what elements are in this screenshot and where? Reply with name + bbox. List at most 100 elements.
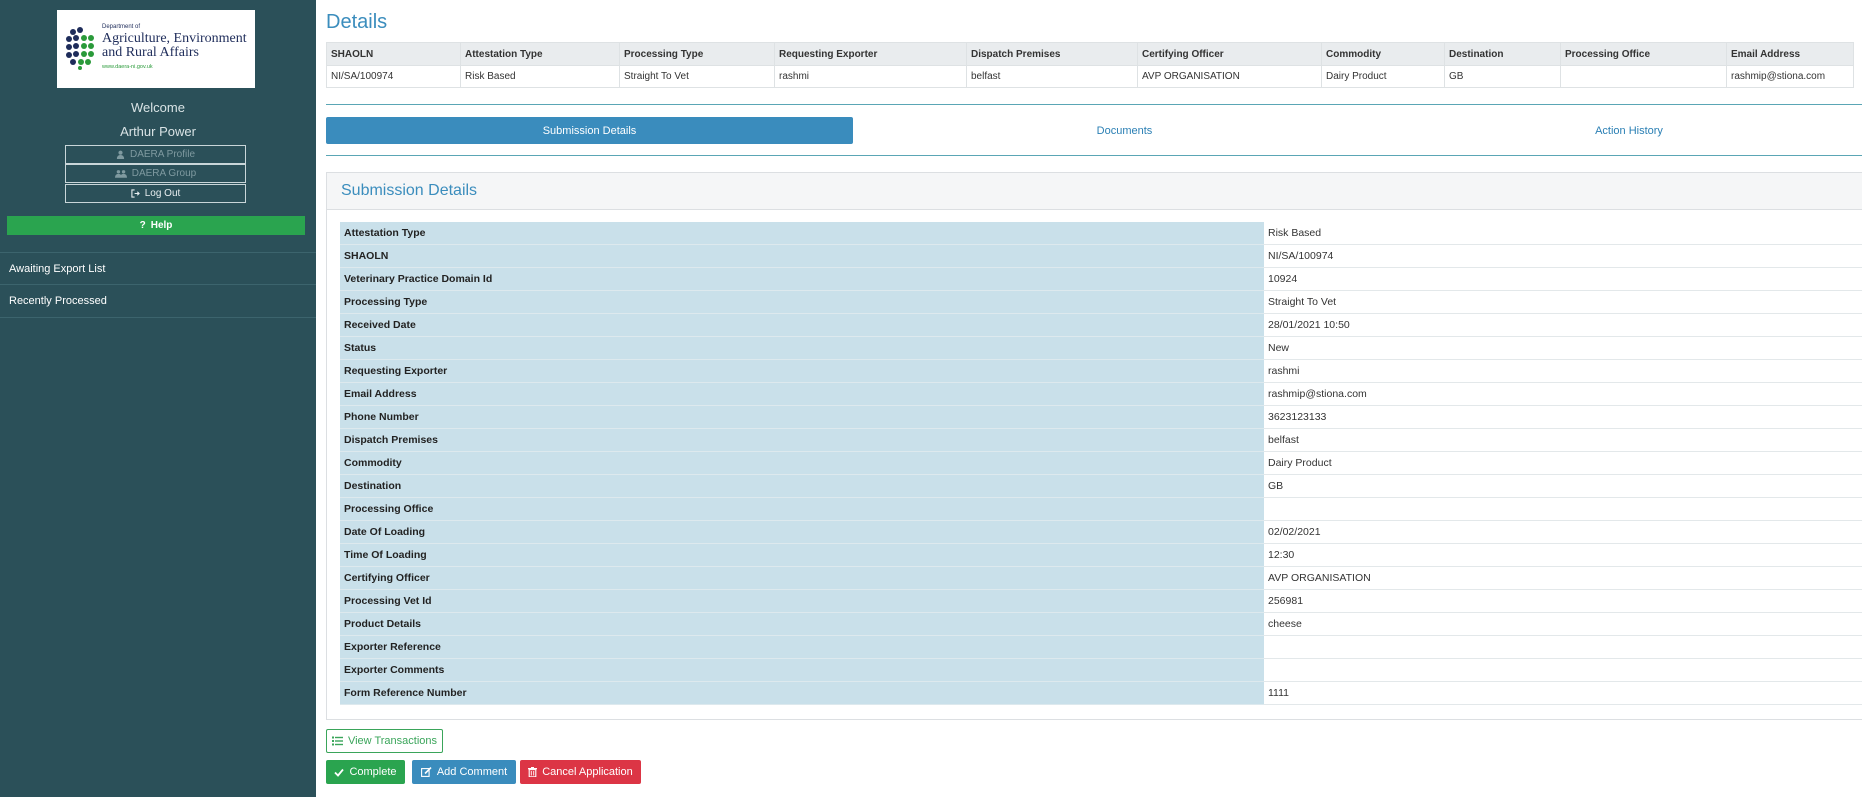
help-button[interactable]: ? Help (7, 216, 305, 235)
detail-label: Email Address (340, 382, 1264, 406)
detail-row: SHAOLN NI/SA/100974 (340, 244, 1862, 268)
col-certifying-officer: Certifying Officer (1137, 42, 1322, 66)
cell-email-address: rashmip@stiona.com (1726, 65, 1854, 88)
add-comment-label: Add Comment (436, 766, 508, 778)
detail-value: rashmi (1264, 359, 1862, 383)
welcome-text: Welcome (131, 100, 185, 115)
sidebar-divider (0, 284, 316, 285)
daera-group-button[interactable]: DAERA Group (65, 164, 246, 183)
cell-shaoln: NI/SA/100974 (326, 65, 461, 88)
detail-label: Dispatch Premises (340, 428, 1264, 452)
sidebar-divider (0, 252, 316, 253)
col-destination: Destination (1444, 42, 1561, 66)
detail-value: belfast (1264, 428, 1862, 452)
detail-value: AVP ORGANISATION (1264, 566, 1862, 590)
col-shaoln: SHAOLN (326, 42, 461, 66)
tab-documents[interactable]: Documents (861, 117, 1388, 144)
detail-value: 10924 (1264, 267, 1862, 291)
detail-label: Veterinary Practice Domain Id (340, 267, 1264, 291)
view-transactions-label: View Transactions (347, 735, 438, 747)
daera-logo[interactable]: Department of Agriculture, Environment a… (57, 10, 255, 88)
logo-line-2: and Rural Affairs (102, 45, 199, 60)
cell-certifying-officer: AVP ORGANISATION (1137, 65, 1322, 88)
detail-row: Product Details cheese (340, 612, 1862, 636)
col-requesting-exporter: Requesting Exporter (774, 42, 967, 66)
detail-row: Dispatch Premises belfast (340, 428, 1862, 452)
detail-label: Requesting Exporter (340, 359, 1264, 383)
cell-requesting-exporter: rashmi (774, 65, 967, 88)
col-processing-office: Processing Office (1560, 42, 1727, 66)
detail-value: rashmip@stiona.com (1264, 382, 1862, 406)
logo-url: www.daera-ni.gov.uk (102, 64, 153, 70)
detail-label: Exporter Reference (340, 635, 1264, 659)
detail-label: Processing Office (340, 497, 1264, 521)
detail-label: Time Of Loading (340, 543, 1264, 567)
detail-value: GB (1264, 474, 1862, 498)
cancel-application-label: Cancel Application (542, 766, 633, 778)
summary-table: SHAOLN Attestation Type Processing Type … (326, 42, 1854, 88)
detail-value (1264, 635, 1862, 659)
col-attestation-type: Attestation Type (460, 42, 620, 66)
logo-dots-icon (66, 27, 94, 70)
detail-value (1264, 658, 1862, 682)
daera-profile-button[interactable]: DAERA Profile (65, 145, 246, 164)
add-comment-button[interactable]: Add Comment (412, 760, 516, 784)
detail-label: Processing Vet Id (340, 589, 1264, 613)
detail-value: cheese (1264, 612, 1862, 636)
detail-value: NI/SA/100974 (1264, 244, 1862, 268)
cell-destination: GB (1444, 65, 1561, 88)
daera-profile-label: DAERA Profile (129, 149, 196, 160)
detail-label: Product Details (340, 612, 1264, 636)
details-table: Attestation Type Risk Based SHAOLN NI/SA/10… (340, 222, 1862, 705)
tab-submission-details[interactable]: Submission Details (326, 117, 853, 144)
detail-label: Certifying Officer (340, 566, 1264, 590)
col-commodity: Commodity (1321, 42, 1445, 66)
complete-button[interactable]: Complete (326, 760, 405, 784)
cell-attestation-type: Risk Based (460, 65, 620, 88)
nav-awaiting-export-list[interactable]: Awaiting Export List (9, 263, 105, 275)
detail-label: Received Date (340, 313, 1264, 337)
detail-row: Email Address rashmip@stiona.com (340, 382, 1862, 406)
detail-value (1264, 497, 1862, 521)
log-out-label: Log Out (144, 188, 181, 199)
complete-label: Complete (349, 766, 397, 778)
tab-action-history[interactable]: Action History (1396, 117, 1862, 144)
detail-row: Processing Vet Id 256981 (340, 589, 1862, 613)
detail-value: Dairy Product (1264, 451, 1862, 475)
detail-row: Commodity Dairy Product (340, 451, 1862, 475)
detail-label: Processing Type (340, 290, 1264, 314)
detail-row: Processing Office (340, 497, 1862, 521)
check-icon (334, 768, 345, 777)
detail-value: New (1264, 336, 1862, 360)
panel-title: Submission Details (327, 173, 1862, 210)
cell-commodity: Dairy Product (1321, 65, 1445, 88)
view-transactions-button[interactable]: View Transactions (326, 729, 443, 753)
user-icon (116, 150, 125, 159)
cell-dispatch-premises: belfast (966, 65, 1138, 88)
page-title: Details (326, 11, 388, 33)
detail-row: Requesting Exporter rashmi (340, 359, 1862, 383)
detail-row: Destination GB (340, 474, 1862, 498)
col-dispatch-premises: Dispatch Premises (966, 42, 1138, 66)
detail-value: 12:30 (1264, 543, 1862, 567)
logo-line-1: Agriculture, Environment (102, 31, 247, 46)
detail-row: Veterinary Practice Domain Id 10924 (340, 267, 1862, 291)
log-out-button[interactable]: Log Out (65, 184, 246, 203)
detail-label: Attestation Type (340, 222, 1264, 245)
cancel-application-button[interactable]: Cancel Application (520, 760, 641, 784)
detail-label: SHAOLN (340, 244, 1264, 268)
logout-icon (131, 189, 140, 198)
detail-row: Status New (340, 336, 1862, 360)
list-icon (331, 736, 343, 746)
detail-label: Date Of Loading (340, 520, 1264, 544)
summary-row[interactable]: NI/SA/100974 Risk Based Straight To Vet … (326, 65, 1854, 88)
col-email-address: Email Address (1726, 42, 1854, 66)
detail-row: Exporter Reference (340, 635, 1862, 659)
question-icon: ? (139, 220, 146, 231)
detail-row: Exporter Comments (340, 658, 1862, 682)
nav-recently-processed[interactable]: Recently Processed (9, 295, 107, 307)
detail-row: Form Reference Number 1111 (340, 681, 1862, 705)
detail-value: 02/02/2021 (1264, 520, 1862, 544)
detail-value: 1111 (1264, 681, 1862, 705)
detail-value: Risk Based (1264, 222, 1862, 245)
